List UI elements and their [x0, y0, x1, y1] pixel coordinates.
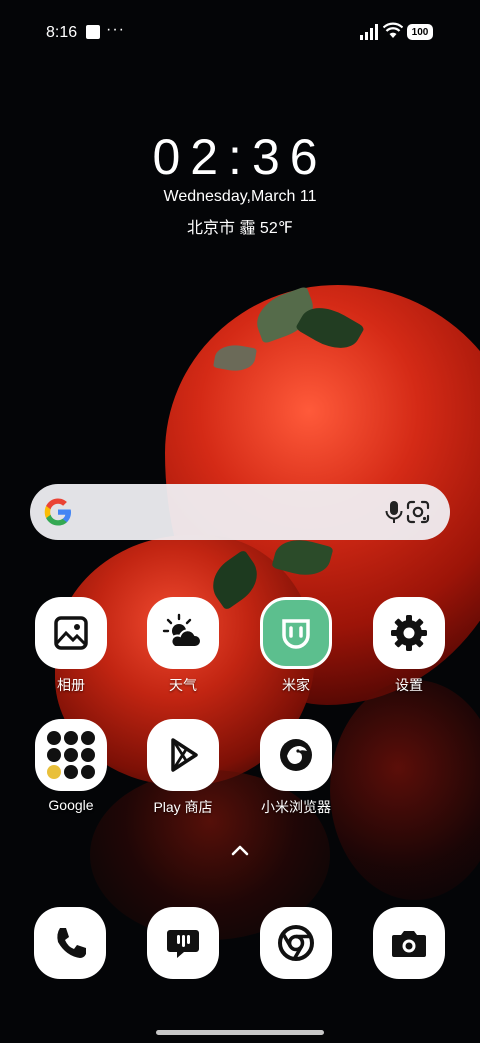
weather-icon [147, 597, 219, 669]
app-photos[interactable]: 相册 [16, 597, 126, 695]
strawberry-reflection-right [330, 680, 480, 900]
contacts-mini-icon [81, 765, 95, 779]
maps-mini-icon [81, 731, 95, 745]
app-settings[interactable]: 设置 [354, 597, 464, 695]
google-mini-icon [47, 731, 61, 745]
google-folder-icon [35, 719, 107, 791]
clock-date: Wednesday,March 11 [163, 188, 317, 205]
settings-gear-icon [373, 597, 445, 669]
app-mijia[interactable]: 米家 [241, 597, 351, 695]
music-mini-icon [81, 748, 95, 762]
app-label: 米家 [282, 677, 310, 693]
more-notifications-icon: ··· [106, 21, 125, 38]
clock-time[interactable]: 02:36 [0, 128, 480, 186]
chevron-up-icon[interactable] [228, 842, 252, 858]
google-search-bar[interactable] [30, 484, 450, 540]
status-bar: 8:16 ··· 100 [0, 0, 480, 64]
gmail-mini-icon [64, 731, 78, 745]
app-label: 相册 [57, 677, 85, 693]
app-play-store[interactable]: Play 商店 [128, 719, 238, 817]
dock-messages[interactable] [147, 907, 219, 979]
mijia-icon [260, 597, 332, 669]
youtube-mini-icon [47, 748, 61, 762]
photos-icon [35, 597, 107, 669]
assistant-mini-icon [64, 765, 78, 779]
wifi-icon [383, 22, 403, 38]
app-weather[interactable]: 天气 [128, 597, 238, 695]
app-folder-google[interactable]: Google [16, 719, 126, 813]
cellular-signal-icon [360, 24, 378, 40]
app-label: 天气 [169, 677, 197, 693]
camera-icon [392, 931, 426, 957]
phone-icon [57, 928, 86, 958]
play-store-icon [147, 719, 219, 791]
app-label: 小米浏览器 [261, 799, 331, 815]
notification-square-icon [86, 25, 100, 39]
dock-phone[interactable] [34, 907, 106, 979]
mi-browser-icon [260, 719, 332, 791]
status-time: 8:16 [46, 24, 78, 41]
app-label: 设置 [395, 677, 423, 693]
dock-camera[interactable] [373, 907, 445, 979]
app-label: Play 商店 [153, 799, 213, 815]
google-lens-icon[interactable] [404, 498, 432, 526]
weather-summary[interactable]: 北京市 霾 52℉ [0, 214, 480, 238]
folder-grid [47, 731, 95, 779]
google-g-icon [44, 498, 71, 526]
chrome-icon [278, 925, 314, 961]
app-mi-browser[interactable]: 小米浏览器 [241, 719, 351, 817]
battery-icon: 100 [407, 24, 433, 40]
home-indicator[interactable] [156, 1030, 324, 1035]
drive-mini-icon [64, 748, 78, 762]
photos-mini-icon [47, 765, 61, 779]
dock-chrome[interactable] [260, 907, 332, 979]
messages-icon [167, 930, 199, 958]
app-label: Google [48, 797, 94, 813]
